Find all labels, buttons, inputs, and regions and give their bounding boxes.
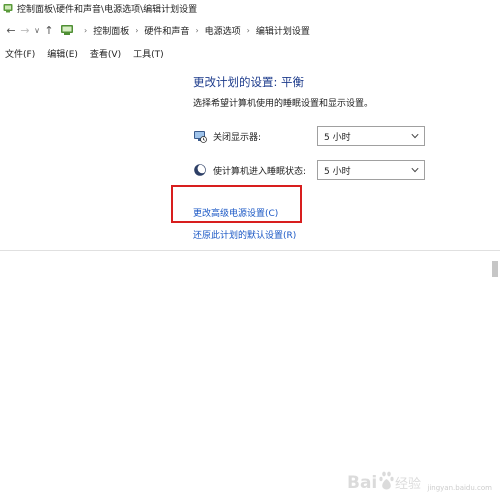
sleep-label: 使计算机进入睡眠状态: — [213, 166, 307, 177]
svg-text:Bai: Bai — [347, 473, 377, 493]
watermark-url: jingyan.baidu.com — [427, 484, 492, 492]
menu-file[interactable]: 文件(F) — [5, 47, 35, 60]
control-panel-icon — [3, 4, 13, 13]
turn-off-display-select[interactable]: 5 小时 — [317, 126, 425, 146]
sleep-select[interactable]: 5 小时 — [317, 160, 425, 180]
up-arrow-icon[interactable]: ↑ — [42, 20, 56, 40]
breadcrumb-separator-icon[interactable]: › — [135, 26, 138, 35]
baidu-jingyan-logo-icon: Bai 经验 — [347, 471, 421, 493]
content-divider — [0, 250, 500, 251]
back-arrow-icon[interactable]: ← — [4, 20, 18, 40]
menu-tools[interactable]: 工具(T) — [133, 47, 164, 60]
breadcrumb-edit-plan-settings[interactable]: 编辑计划设置 — [256, 24, 310, 37]
menu-bar: 文件(F) 编辑(E) 查看(V) 工具(T) — [0, 44, 500, 62]
forward-arrow-icon[interactable]: → — [18, 20, 32, 40]
chevron-down-icon — [411, 167, 419, 173]
turn-off-display-label: 关闭显示器: — [213, 132, 262, 143]
chevron-down-icon — [411, 133, 419, 139]
breadcrumb[interactable]: › 控制面板 › 硬件和声音 › 电源选项 › 编辑计划设置 — [60, 20, 310, 40]
plan-settings-panel: 更改计划的设置: 平衡 选择希望计算机使用的睡眠设置和显示设置。 关闭显示器: … — [0, 64, 500, 250]
breadcrumb-separator-icon[interactable]: › — [195, 26, 198, 35]
sleep-value: 5 小时 — [324, 166, 351, 177]
control-panel-icon — [61, 25, 73, 35]
breadcrumb-hardware-sound[interactable]: 硬件和声音 — [144, 24, 189, 37]
page-subtitle: 选择希望计算机使用的睡眠设置和显示设置。 — [193, 99, 374, 109]
restore-defaults-link[interactable]: 还原此计划的默认设置(R) — [193, 228, 296, 241]
title-bar: 控制面板\硬件和声音\电源选项\编辑计划设置 — [0, 0, 500, 16]
menu-edit[interactable]: 编辑(E) — [47, 47, 78, 60]
breadcrumb-separator-icon[interactable]: › — [84, 26, 87, 35]
window-title: 控制面板\硬件和声音\电源选项\编辑计划设置 — [17, 4, 198, 15]
menu-view[interactable]: 查看(V) — [90, 47, 121, 60]
moon-sleep-icon — [194, 164, 207, 176]
breadcrumb-power-options[interactable]: 电源选项 — [205, 24, 241, 37]
turn-off-display-setting: 关闭显示器: 5 小时 — [193, 126, 425, 146]
turn-off-display-value: 5 小时 — [324, 132, 351, 143]
page-title: 更改计划的设置: 平衡 — [193, 75, 305, 89]
svg-text:经验: 经验 — [395, 476, 421, 492]
monitor-power-icon — [194, 131, 207, 143]
recent-locations-chevron-icon[interactable]: ∨ — [32, 20, 42, 40]
vertical-scrollbar[interactable] — [490, 252, 500, 500]
baidu-jingyan-watermark: Bai 经验 jingyan.baidu.com — [347, 468, 492, 494]
sleep-setting: 使计算机进入睡眠状态: 5 小时 — [193, 160, 425, 180]
scrollbar-thumb[interactable] — [492, 261, 498, 277]
breadcrumb-control-panel[interactable]: 控制面板 — [93, 24, 129, 37]
advanced-power-settings-link[interactable]: 更改高级电源设置(C) — [193, 206, 278, 219]
breadcrumb-separator-icon[interactable]: › — [247, 26, 250, 35]
navigation-bar: ← → ∨ ↑ › 控制面板 › 硬件和声音 › 电源选项 › 编辑计划设置 — [0, 18, 500, 42]
